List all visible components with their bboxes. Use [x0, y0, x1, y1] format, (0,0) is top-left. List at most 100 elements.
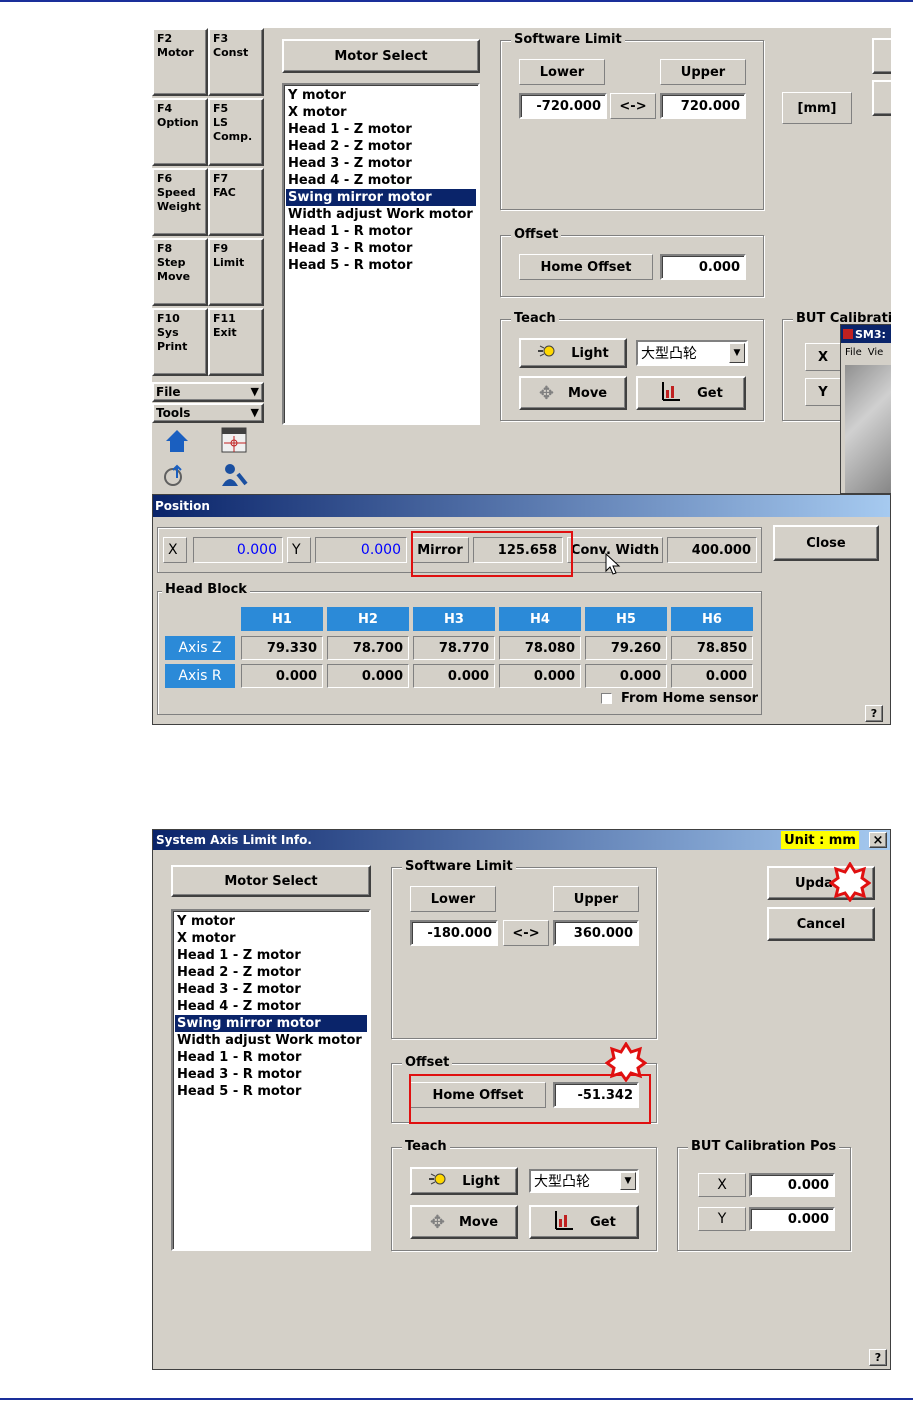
h4-header: H4: [499, 607, 581, 631]
move-button[interactable]: ✥ Move: [410, 1205, 518, 1239]
but-calibration-group: BUT Calibration Pos: [677, 1139, 851, 1251]
motor-select-button[interactable]: Motor Select: [282, 39, 480, 73]
list-item[interactable]: Head 4 - Z motor: [286, 172, 476, 189]
tools-menu[interactable]: Tools ▼: [152, 403, 264, 423]
get-button[interactable]: Get: [636, 376, 746, 410]
sm3-window: SM3: File Vie: [840, 324, 891, 494]
f8-step-move-button[interactable]: F8 Step Move: [152, 238, 208, 306]
lower-limit-field[interactable]: -180.000: [410, 920, 498, 946]
list-item[interactable]: Y motor: [286, 87, 476, 104]
target-window-icon[interactable]: [220, 426, 248, 454]
upper-limit-field[interactable]: 360.000: [553, 920, 639, 946]
move-button[interactable]: ✥ Move: [519, 376, 627, 410]
list-item[interactable]: Head 3 - Z motor: [175, 981, 367, 998]
motor-list[interactable]: Y motor X motor Head 1 - Z motor Head 2 …: [171, 909, 371, 1251]
sm3-view-menu[interactable]: Vie: [868, 347, 884, 358]
teach-combo-value: 大型凸轮: [534, 1174, 590, 1190]
close-icon[interactable]: ×: [869, 832, 887, 848]
but-y-label: Y: [805, 378, 841, 406]
file-menu[interactable]: File ▼: [152, 382, 264, 402]
upper-label: Upper: [553, 886, 639, 912]
help-button[interactable]: ?: [869, 1349, 887, 1366]
list-item[interactable]: Head 3 - Z motor: [286, 155, 476, 172]
but-x-field[interactable]: 0.000: [749, 1173, 835, 1197]
list-item[interactable]: Head 2 - Z motor: [286, 138, 476, 155]
list-item[interactable]: Head 3 - R motor: [175, 1066, 367, 1083]
home-offset-field[interactable]: 0.000: [660, 254, 746, 280]
head-block-title: Head Block: [162, 582, 250, 597]
list-item[interactable]: X motor: [175, 930, 367, 947]
teach-combo[interactable]: 大型凸轮 ▼: [529, 1169, 639, 1193]
axis-z-h6: 78.850: [671, 636, 753, 660]
cancel-button[interactable]: Cancel: [767, 907, 875, 941]
help-button[interactable]: ?: [865, 705, 883, 722]
f6-speed-weight-button[interactable]: F6 Speed Weight: [152, 168, 208, 236]
light-button[interactable]: Light: [519, 338, 627, 368]
sm3-menubar: File Vie: [841, 343, 891, 361]
list-item[interactable]: Head 1 - R motor: [286, 223, 476, 240]
axis-z-h2: 78.700: [327, 636, 409, 660]
motor-list[interactable]: Y motor X motor Head 1 - Z motor Head 2 …: [282, 83, 480, 425]
x-label: X: [163, 537, 187, 563]
upper-limit-field[interactable]: 720.000: [660, 93, 746, 119]
f4-option-button[interactable]: F4 Option: [152, 98, 208, 166]
list-item[interactable]: Head 1 - Z motor: [175, 947, 367, 964]
sm3-file-menu[interactable]: File: [845, 347, 862, 358]
h6-header: H6: [671, 607, 753, 631]
get-button[interactable]: Get: [529, 1205, 639, 1239]
teach-title: Teach: [511, 311, 559, 326]
export-icon[interactable]: [162, 462, 188, 488]
axis-r-h5: 0.000: [585, 664, 667, 688]
motor-select-button[interactable]: Motor Select: [171, 865, 371, 897]
tools-menu-label: Tools: [156, 406, 191, 420]
top-rule: [0, 0, 913, 2]
axis-r-h6: 0.000: [671, 664, 753, 688]
partial-button-1[interactable]: [872, 38, 891, 74]
lower-label: Lower: [519, 59, 605, 85]
f5-ls-comp-button[interactable]: F5 LS Comp.: [208, 98, 264, 166]
dialog-title: System Axis Limit Info.: [156, 833, 312, 847]
f9-limit-button[interactable]: F9 Limit: [208, 238, 264, 306]
list-item[interactable]: X motor: [286, 104, 476, 121]
home-icon[interactable]: [164, 428, 190, 454]
light-icon: [428, 1172, 448, 1190]
from-home-checkbox[interactable]: [601, 693, 612, 704]
lower-limit-field[interactable]: -720.000: [519, 93, 607, 119]
but-y-field[interactable]: 0.000: [749, 1207, 835, 1231]
list-item[interactable]: Head 2 - Z motor: [175, 964, 367, 981]
axis-limit-dialog: System Axis Limit Info. Unit : mm × Moto…: [152, 829, 891, 1370]
update-callout-star-icon: [828, 861, 872, 906]
light-button[interactable]: Light: [410, 1167, 518, 1195]
move-cross-icon: ✥: [538, 382, 554, 404]
list-item[interactable]: Width adjust Work motor: [286, 206, 476, 223]
close-button[interactable]: Close: [773, 525, 879, 561]
y-position-value: 0.000: [315, 537, 407, 563]
f11-exit-button[interactable]: F11 Exit: [208, 308, 264, 376]
teach-combo[interactable]: 大型凸轮 ▼: [636, 340, 748, 366]
list-item[interactable]: Head 1 - R motor: [175, 1049, 367, 1066]
partial-button-2[interactable]: [872, 80, 891, 116]
function-key-panel: F2 Motor F3 Const F4 Option F5 LS Comp. …: [152, 28, 264, 493]
range-separator: <->: [503, 920, 549, 946]
f2-motor-button[interactable]: F2 Motor: [152, 28, 208, 96]
f3-const-button[interactable]: F3 Const: [208, 28, 264, 96]
unit-label: [mm]: [782, 92, 852, 124]
dropdown-arrow-icon[interactable]: ▼: [620, 1172, 636, 1190]
list-item[interactable]: Head 5 - R motor: [175, 1083, 367, 1100]
list-item-selected[interactable]: Swing mirror motor: [286, 189, 476, 206]
user-tool-icon[interactable]: [220, 462, 248, 488]
f7-fac-button[interactable]: F7 FAC: [208, 168, 264, 236]
upper-label: Upper: [660, 59, 746, 85]
mouse-cursor-icon: [605, 552, 621, 581]
list-item[interactable]: Y motor: [175, 913, 367, 930]
axis-r-header: Axis R: [165, 664, 235, 688]
list-item[interactable]: Head 1 - Z motor: [286, 121, 476, 138]
light-icon: [537, 344, 557, 362]
f10-sys-print-button[interactable]: F10 Sys Print: [152, 308, 208, 376]
list-item[interactable]: Head 5 - R motor: [286, 257, 476, 274]
dropdown-arrow-icon[interactable]: ▼: [729, 343, 745, 363]
list-item[interactable]: Head 4 - Z motor: [175, 998, 367, 1015]
list-item-selected[interactable]: Swing mirror motor: [175, 1015, 367, 1032]
list-item[interactable]: Width adjust Work motor: [175, 1032, 367, 1049]
list-item[interactable]: Head 3 - R motor: [286, 240, 476, 257]
